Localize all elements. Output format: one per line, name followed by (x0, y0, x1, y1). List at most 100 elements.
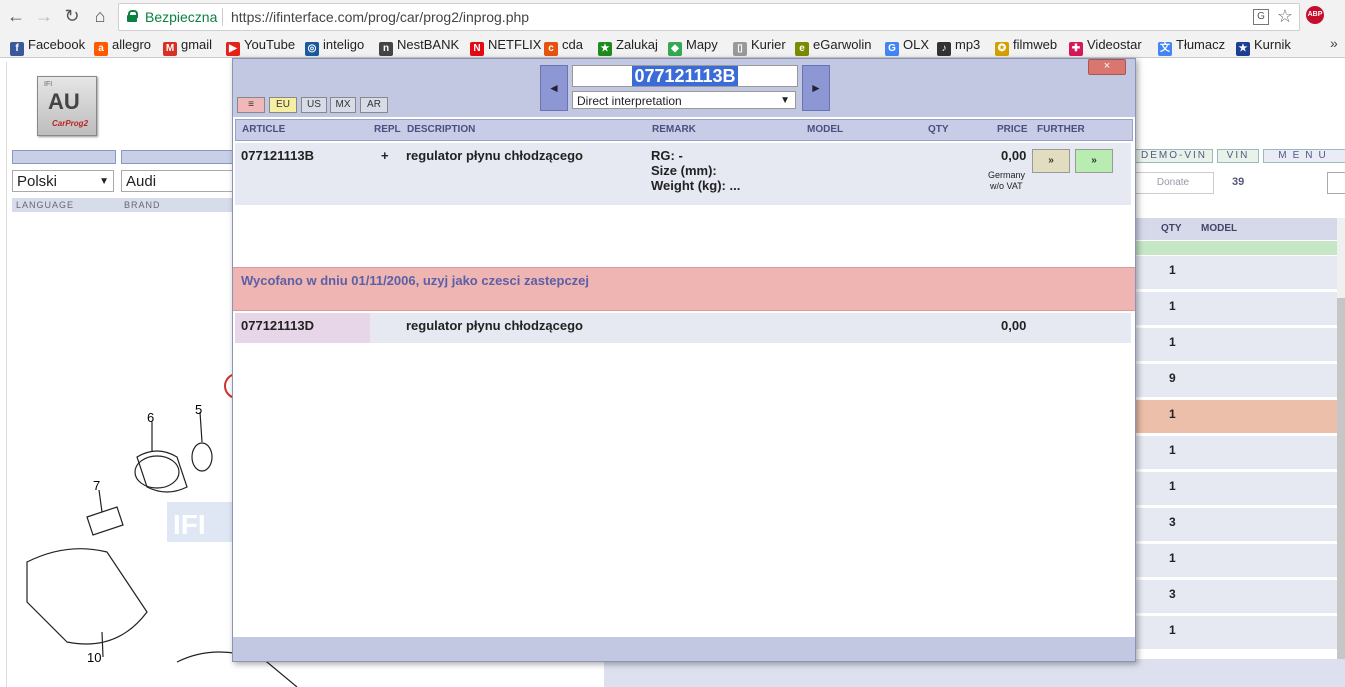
bookmarks-more-icon[interactable]: » (1330, 35, 1338, 51)
parts-table-header: QTY MODEL (1133, 218, 1337, 240)
bookmark-netflix[interactable]: N NETFLIX (470, 36, 541, 56)
secure-label: Bezpieczna (145, 9, 218, 25)
bookmark-icon: ★ (1236, 42, 1250, 56)
menu-button[interactable]: MENU (1263, 149, 1345, 163)
bookmark-egarwolin[interactable]: e eGarwolin (795, 36, 872, 56)
parts-row[interactable]: 1 (1133, 328, 1337, 364)
bookmark-youtube[interactable]: ▶ YouTube (226, 36, 295, 56)
parts-row-qty: 9 (1169, 371, 1176, 385)
parts-row[interactable]: 3 (1133, 508, 1337, 544)
bookmark-olx[interactable]: G OLX (885, 36, 929, 56)
parts-row-qty: 1 (1169, 299, 1176, 313)
language-bar (12, 150, 116, 164)
svg-text:7: 7 (93, 478, 100, 493)
interpretation-select[interactable]: Direct interpretation ▼ (572, 91, 796, 109)
repl-mark: + (381, 148, 389, 163)
bookmark-facebook[interactable]: f Facebook (10, 36, 85, 56)
url-text[interactable]: https://ifinterface.com/prog/car/prog2/i… (231, 9, 529, 25)
parts-row-qty: 1 (1169, 623, 1176, 637)
bookmark-cda[interactable]: c cda (544, 36, 583, 56)
bookmark-icon: N (470, 42, 484, 56)
forward-arrow-icon[interactable]: → (34, 6, 54, 26)
donate-button[interactable]: Donate (1132, 172, 1214, 194)
parts-row[interactable]: 1 (1133, 544, 1337, 580)
parts-row[interactable]: 1 (1133, 436, 1337, 472)
parts-row[interactable]: 1 (1133, 400, 1337, 436)
region-button-mx[interactable]: MX (330, 97, 356, 113)
bookmark-gmail[interactable]: Mgmail (163, 36, 212, 56)
bookmark-zalukaj[interactable]: ★ Zalukaj (598, 36, 658, 56)
parts-row[interactable]: 3 (1133, 580, 1337, 616)
select-labels: LANGUAGE BRAND (12, 198, 242, 212)
remark-size: Size (mm): (651, 163, 717, 178)
bookmark-filmweb[interactable]: ✪ filmweb (995, 36, 1057, 56)
carprog-logo: IFI AU CarProg2 (37, 76, 97, 136)
back-arrow-icon[interactable]: ← (6, 6, 26, 26)
language-select[interactable]: Polski ▼ (12, 170, 114, 192)
further-cart-button[interactable]: » (1075, 149, 1113, 173)
brand-select[interactable]: Audi (121, 170, 235, 192)
bookmark-mapy[interactable]: ◆ Mapy (668, 36, 718, 56)
bookmark-icon: G (885, 42, 899, 56)
region-button-us[interactable]: US (301, 97, 327, 113)
region-button-menu[interactable]: ≡ (237, 97, 265, 113)
parts-row[interactable]: 9 (1133, 364, 1337, 400)
bookmark-t-umacz[interactable]: 文 Tłumacz (1158, 36, 1225, 56)
popup-header: ≡ EU US MX AR ◄ 077121113B Direct interpreta… (233, 59, 1135, 117)
article-row[interactable]: 077121113B + regulator płynu chłodzącego… (235, 143, 1131, 205)
article-search-input[interactable]: 077121113B (572, 65, 798, 87)
home-icon[interactable]: ⌂ (90, 6, 110, 26)
article-price: 0,00 (1001, 148, 1027, 163)
parts-row-qty: 1 (1169, 479, 1176, 493)
bookmark-icon: a (94, 42, 108, 56)
adblock-icon[interactable]: ABP (1306, 6, 1324, 24)
region-button-ar[interactable]: AR (360, 97, 388, 113)
parts-row-qty: 1 (1169, 407, 1176, 421)
bookmark-icon: ▶ (226, 42, 240, 56)
translate-icon[interactable]: G (1253, 9, 1269, 25)
popup-column-header: ARTICLE REPL DESCRIPTION REMARK MODEL QT… (235, 119, 1133, 141)
bookmark-kurier[interactable]: ▯ Kurier (733, 36, 786, 56)
replacement-article-number: 077121113D (241, 318, 315, 333)
bookmark-icon: ✚ (1069, 42, 1083, 56)
bookmark-videostar[interactable]: ✚ Videostar (1069, 36, 1142, 56)
parts-row[interactable]: 1 (1133, 616, 1337, 652)
svg-text:10: 10 (87, 650, 101, 665)
parts-row[interactable]: 1 (1133, 472, 1337, 508)
further-details-button[interactable]: » (1032, 149, 1070, 173)
scrollbar[interactable] (1337, 218, 1345, 687)
reload-icon[interactable]: ↻ (62, 6, 82, 26)
close-button[interactable]: × (1088, 59, 1126, 75)
address-bar[interactable]: Bezpieczna https://ifinterface.com/prog/… (118, 3, 1300, 31)
bookmarks-bar: f Facebook a allegro Mgmail ▶ YouTube ◎ inteligo… (0, 33, 1345, 58)
remark-rg: RG: - (651, 148, 683, 163)
parts-row[interactable]: 1 (1133, 256, 1337, 292)
bookmark-icon: ▯ (733, 42, 747, 56)
bookmark-nestbank[interactable]: n NestBANK (379, 36, 459, 56)
bookmark-kurnik[interactable]: ★ Kurnik (1236, 36, 1291, 56)
chevron-down-icon: ▼ (99, 176, 109, 187)
parts-row-qty: 3 (1169, 515, 1176, 529)
svg-text:6: 6 (147, 410, 154, 425)
bookmark-icon: M (163, 42, 177, 56)
bookmark-mp3[interactable]: ♪ mp3 (937, 36, 980, 56)
bookmark-star-icon[interactable]: ☆ (1277, 6, 1293, 27)
article-number: 077121113B (241, 148, 315, 163)
right-input[interactable] (1327, 172, 1345, 194)
demo-vin-button[interactable]: DEMO-VIN (1135, 149, 1213, 163)
svg-text:5: 5 (195, 402, 202, 417)
bookmark-icon: n (379, 42, 393, 56)
region-button-eu[interactable]: EU (269, 97, 297, 113)
prev-arrow-icon[interactable]: ◄ (540, 65, 568, 111)
replacement-article-row[interactable]: 077121113D regulator płynu chłodzącego 0… (235, 313, 1131, 343)
bookmark-allegro[interactable]: a allegro (94, 36, 151, 56)
bookmark-inteligo[interactable]: ◎ inteligo (305, 36, 364, 56)
popup-footer (233, 637, 1135, 661)
vin-button[interactable]: VIN (1217, 149, 1259, 163)
brand-bar (121, 150, 235, 164)
next-arrow-icon[interactable]: ► (802, 65, 830, 111)
parts-row-qty: 1 (1169, 263, 1176, 277)
parts-row[interactable]: 1 (1133, 292, 1337, 328)
chevron-down-icon: ▼ (780, 95, 790, 106)
price-note-country: Germany (988, 170, 1026, 180)
